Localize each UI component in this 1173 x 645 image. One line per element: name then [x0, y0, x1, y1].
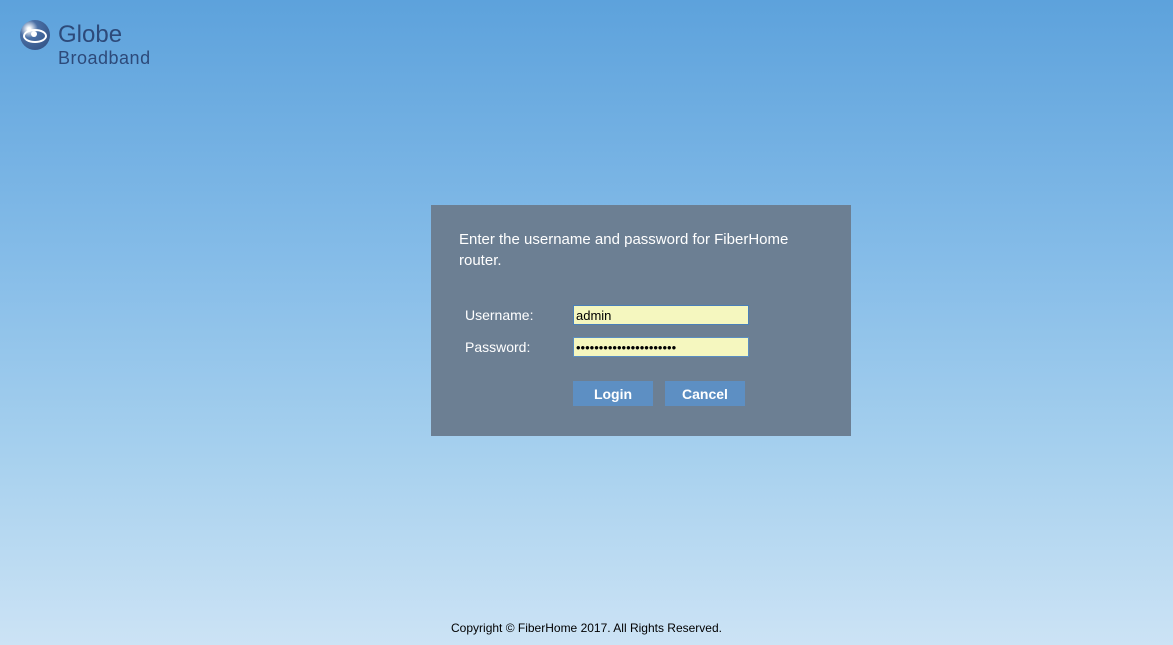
- login-button[interactable]: Login: [573, 381, 653, 406]
- username-label: Username:: [459, 307, 573, 323]
- cancel-button[interactable]: Cancel: [665, 381, 745, 406]
- login-panel: Enter the username and password for Fibe…: [431, 205, 851, 436]
- username-row: Username:: [459, 305, 823, 325]
- password-input[interactable]: [573, 337, 749, 357]
- password-row: Password:: [459, 337, 823, 357]
- logo-area: Globe Broadband: [20, 20, 151, 69]
- button-row: Login Cancel: [573, 381, 823, 406]
- logo-brand-text: Globe: [58, 21, 122, 49]
- username-input[interactable]: [573, 305, 749, 325]
- footer-copyright: Copyright © FiberHome 2017. All Rights R…: [0, 621, 1173, 635]
- login-instruction: Enter the username and password for Fibe…: [459, 229, 823, 271]
- logo-subtext: Broadband: [58, 48, 151, 69]
- globe-icon: [20, 20, 50, 50]
- password-label: Password:: [459, 339, 573, 355]
- logo-row: Globe: [20, 20, 122, 50]
